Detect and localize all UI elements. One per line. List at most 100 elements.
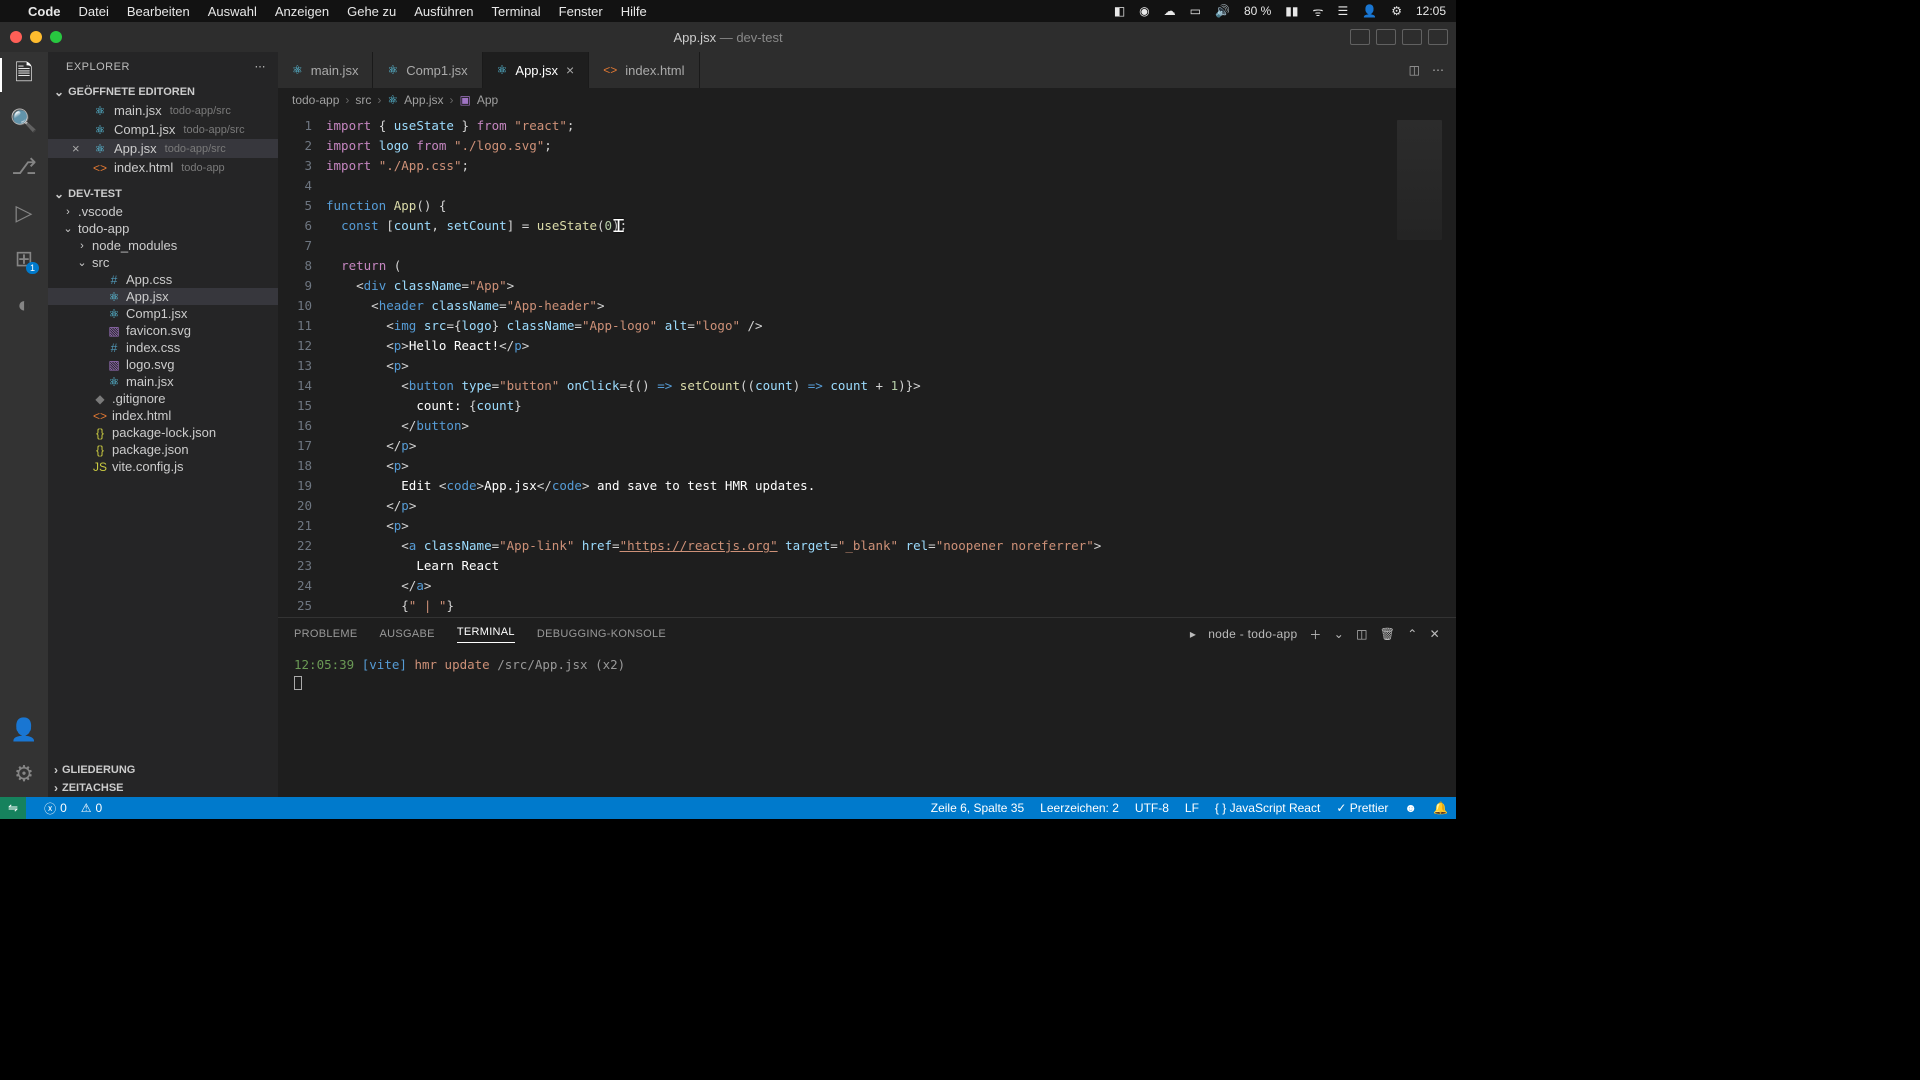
folder-item[interactable]: ⌄src — [48, 254, 278, 271]
tab-more-icon[interactable]: ⋯ — [1432, 63, 1444, 77]
panel-tab-probleme[interactable]: PROBLEME — [294, 628, 358, 640]
file-item[interactable]: ⚛main.jsx — [48, 373, 278, 390]
kill-terminal-icon[interactable]: 🗑 — [1380, 627, 1396, 641]
menu-anzeigen[interactable]: Anzeigen — [275, 4, 329, 19]
outline-section[interactable]: › GLIEDERUNG — [48, 761, 278, 779]
menubar-wifi-icon[interactable]: ᯤ — [1313, 3, 1324, 20]
open-editor-item[interactable]: ×⚛App.jsxtodo-app/src — [48, 139, 278, 158]
line-number-gutter[interactable]: 1234567891011121314151617181920212223242… — [278, 112, 326, 617]
editor-tab[interactable]: <>index.html — [589, 52, 699, 88]
close-editor-icon[interactable] — [72, 160, 86, 175]
status-indentation[interactable]: Leerzeichen: 2 — [1040, 801, 1119, 815]
folder-item[interactable]: ›node_modules — [48, 237, 278, 254]
menubar-display-icon[interactable]: ▭ — [1190, 4, 1201, 18]
terminal-name[interactable]: node - todo-app — [1208, 627, 1297, 641]
breadcrumb-item[interactable]: todo-app — [292, 93, 339, 107]
extensions-icon[interactable]: ⊞1 — [11, 246, 37, 272]
status-encoding[interactable]: UTF-8 — [1135, 801, 1169, 815]
open-editors-section[interactable]: ⌄ GEÖFFNETE EDITOREN — [48, 83, 278, 101]
menu-gehezu[interactable]: Gehe zu — [347, 4, 396, 19]
terminal-output[interactable]: 12:05:39 [vite] hmr update /src/App.jsx … — [278, 650, 1456, 797]
remote-button[interactable]: ⇋ — [0, 797, 26, 819]
menu-auswahl[interactable]: Auswahl — [208, 4, 257, 19]
file-item[interactable]: {}package-lock.json — [48, 424, 278, 441]
maximize-window-button[interactable] — [50, 31, 62, 43]
search-icon[interactable]: 🔍 — [11, 108, 37, 134]
file-item[interactable]: JSvite.config.js — [48, 458, 278, 475]
menubar-user-icon[interactable]: 👤 — [1362, 4, 1377, 18]
panel-tab-debugging[interactable]: DEBUGGING-KONSOLE — [537, 628, 666, 640]
menu-datei[interactable]: Datei — [79, 4, 109, 19]
menubar-battery[interactable]: 80 % — [1244, 4, 1271, 18]
close-tab-icon[interactable]: × — [566, 62, 574, 78]
menubar-volume-icon[interactable]: 🔊 — [1215, 4, 1230, 18]
terminal-profile-icon[interactable]: ▸ — [1190, 627, 1196, 641]
close-editor-icon[interactable] — [72, 122, 86, 137]
split-terminal-icon[interactable]: ◫ — [1356, 627, 1368, 641]
layout-sidebar-right-icon[interactable] — [1402, 29, 1422, 45]
file-item[interactable]: ⚛Comp1.jsx — [48, 305, 278, 322]
menu-bearbeiten[interactable]: Bearbeiten — [127, 4, 190, 19]
breadcrumb-item[interactable]: src — [355, 93, 371, 107]
close-window-button[interactable] — [10, 31, 22, 43]
close-editor-icon[interactable] — [72, 103, 86, 118]
close-editor-icon[interactable]: × — [72, 141, 86, 156]
open-editor-item[interactable]: <>index.htmltodo-app — [48, 158, 278, 177]
file-item[interactable]: ◆.gitignore — [48, 390, 278, 407]
menu-hilfe[interactable]: Hilfe — [621, 4, 647, 19]
status-language[interactable]: { } JavaScript React — [1215, 801, 1320, 815]
file-item[interactable]: ⚛App.jsx — [48, 288, 278, 305]
timeline-section[interactable]: › ZEITACHSE — [48, 779, 278, 797]
menubar-circle-icon[interactable]: ◉ — [1139, 4, 1149, 18]
new-terminal-icon[interactable]: ＋ — [1309, 626, 1321, 643]
menubar-control-icon[interactable]: ⚙ — [1391, 4, 1402, 18]
close-panel-icon[interactable]: ✕ — [1430, 627, 1440, 641]
explorer-icon[interactable]: 🗎 — [11, 62, 37, 88]
debug-icon[interactable]: ▷ — [11, 200, 37, 226]
maximize-panel-icon[interactable]: ⌃ — [1407, 627, 1417, 641]
file-item[interactable]: ▧logo.svg — [48, 356, 278, 373]
layout-customize-icon[interactable] — [1428, 29, 1448, 45]
minimize-window-button[interactable] — [30, 31, 42, 43]
terminal-dropdown-icon[interactable]: ⌄ — [1334, 627, 1344, 641]
settings-gear-icon[interactable]: ⚙ — [11, 761, 37, 787]
file-item[interactable]: ▧favicon.svg — [48, 322, 278, 339]
menubar-cloud-icon[interactable]: ☁ — [1164, 4, 1176, 18]
file-item[interactable]: #App.css — [48, 271, 278, 288]
file-item[interactable]: <>index.html — [48, 407, 278, 424]
workspace-section[interactable]: ⌄ DEV-TEST — [48, 185, 278, 203]
status-warnings[interactable]: ⚠ 0 — [81, 801, 102, 815]
menu-terminal[interactable]: Terminal — [492, 4, 541, 19]
explorer-more-icon[interactable]: ⋯ — [255, 60, 267, 73]
panel-tab-ausgabe[interactable]: AUSGABE — [380, 628, 435, 640]
file-item[interactable]: #index.css — [48, 339, 278, 356]
open-editor-item[interactable]: ⚛main.jsxtodo-app/src — [48, 101, 278, 120]
menubar-menu-icon[interactable]: ☰ — [1337, 4, 1348, 18]
app-menu[interactable]: Code — [28, 4, 61, 19]
source-control-icon[interactable]: ⎇ — [11, 154, 37, 180]
folder-item[interactable]: ⌄todo-app — [48, 220, 278, 237]
minimap[interactable] — [1386, 112, 1456, 617]
panel-tab-terminal[interactable]: TERMINAL — [457, 626, 515, 643]
status-bell-icon[interactable]: 🔔 — [1433, 801, 1448, 815]
menubar-app-icon[interactable]: ◧ — [1114, 4, 1125, 18]
status-prettier[interactable]: ✓ Prettier — [1336, 801, 1388, 815]
accounts-icon[interactable]: 👤 — [11, 717, 37, 743]
status-errors[interactable]: ⓧ 0 — [44, 800, 67, 817]
folder-item[interactable]: ›.vscode — [48, 203, 278, 220]
split-editor-icon[interactable]: ◫ — [1409, 63, 1420, 77]
editor-tab[interactable]: ⚛App.jsx× — [483, 52, 590, 88]
editor-tab[interactable]: ⚛Comp1.jsx — [373, 52, 482, 88]
layout-panel-icon[interactable] — [1376, 29, 1396, 45]
file-item[interactable]: {}package.json — [48, 441, 278, 458]
open-editor-item[interactable]: ⚛Comp1.jsxtodo-app/src — [48, 120, 278, 139]
status-cursor-position[interactable]: Zeile 6, Spalte 35 — [931, 801, 1024, 815]
breadcrumb-item[interactable]: App.jsx — [404, 93, 443, 107]
menu-fenster[interactable]: Fenster — [559, 4, 603, 19]
menubar-clock[interactable]: 12:05 — [1416, 4, 1446, 18]
remote-icon[interactable]: ◐ — [11, 292, 37, 318]
breadcrumb-item[interactable]: App — [477, 93, 498, 107]
menu-ausfuehren[interactable]: Ausführen — [414, 4, 473, 19]
layout-sidebar-left-icon[interactable] — [1350, 29, 1370, 45]
status-eol[interactable]: LF — [1185, 801, 1199, 815]
